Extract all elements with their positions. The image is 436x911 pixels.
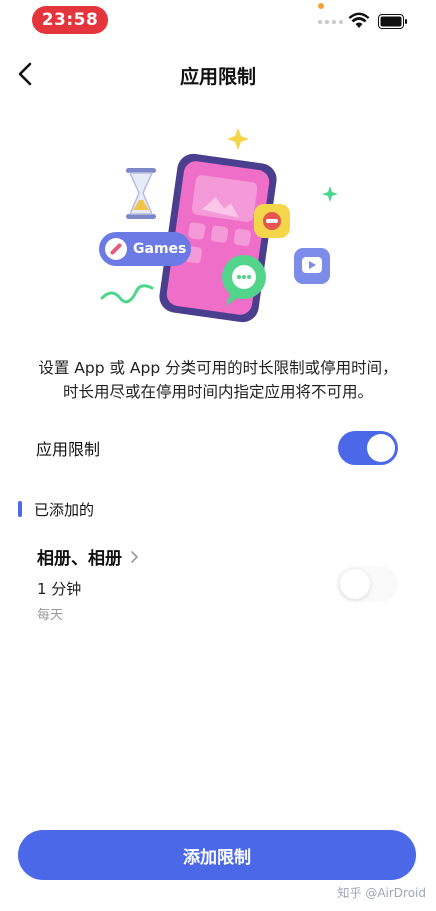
description-line-1: 设置 App 或 App 分类可用的时长限制或停用时间， — [38, 359, 398, 377]
squiggle-decoration — [100, 284, 154, 304]
games-badge-label: Games — [133, 241, 187, 257]
privacy-indicator-dot — [318, 3, 324, 9]
battery-icon — [378, 14, 407, 29]
limit-card-duration: 1 分钟 — [37, 580, 82, 598]
description-text: 设置 App 或 App 分类可用的时长限制或停用时间， 时长用尽或在停用时间内… — [14, 356, 422, 404]
sparkle-icon — [227, 128, 249, 150]
games-badge: Games — [99, 232, 191, 266]
limit-card-toggle[interactable] — [336, 566, 398, 602]
section-title: 已添加的 — [34, 500, 95, 519]
toggle-knob — [367, 434, 395, 462]
limit-card-title-link[interactable]: 相册、相册 — [37, 544, 140, 569]
limit-card: 相册、相册 1 分钟 每天 — [20, 528, 416, 630]
toggle-knob — [340, 569, 370, 599]
section-accent-bar — [18, 501, 22, 517]
video-play-icon — [294, 248, 330, 284]
status-bar: 23:58 — [0, 0, 436, 44]
chevron-right-icon — [131, 550, 138, 563]
limit-card-title: 相册、相册 — [37, 549, 122, 569]
app-limits-label: 应用限制 — [36, 440, 101, 459]
app-limits-illustration — [100, 128, 338, 323]
app-limits-setting-row: 应用限制 — [0, 422, 436, 474]
hourglass-icon — [126, 168, 156, 219]
added-section-header: 已添加的 — [18, 498, 94, 520]
description-line-2: 时长用尽或在停用时间内指定应用将不可用。 — [62, 383, 373, 401]
wifi-icon — [348, 12, 370, 28]
cellular-signal-icon — [318, 20, 343, 24]
game-controller-icon — [254, 204, 290, 238]
watermark: 知乎 @AirDroid — [337, 886, 427, 900]
prohibited-icon — [105, 238, 127, 260]
status-time: 23:58 — [32, 6, 108, 34]
sparkle-icon — [322, 186, 338, 202]
limit-card-frequency: 每天 — [37, 608, 64, 623]
navigation-bar: 应用限制 — [0, 52, 436, 96]
add-limit-button[interactable]: 添加限制 — [18, 830, 416, 880]
app-limits-toggle[interactable] — [338, 431, 398, 465]
page-title: 应用限制 — [179, 66, 256, 88]
